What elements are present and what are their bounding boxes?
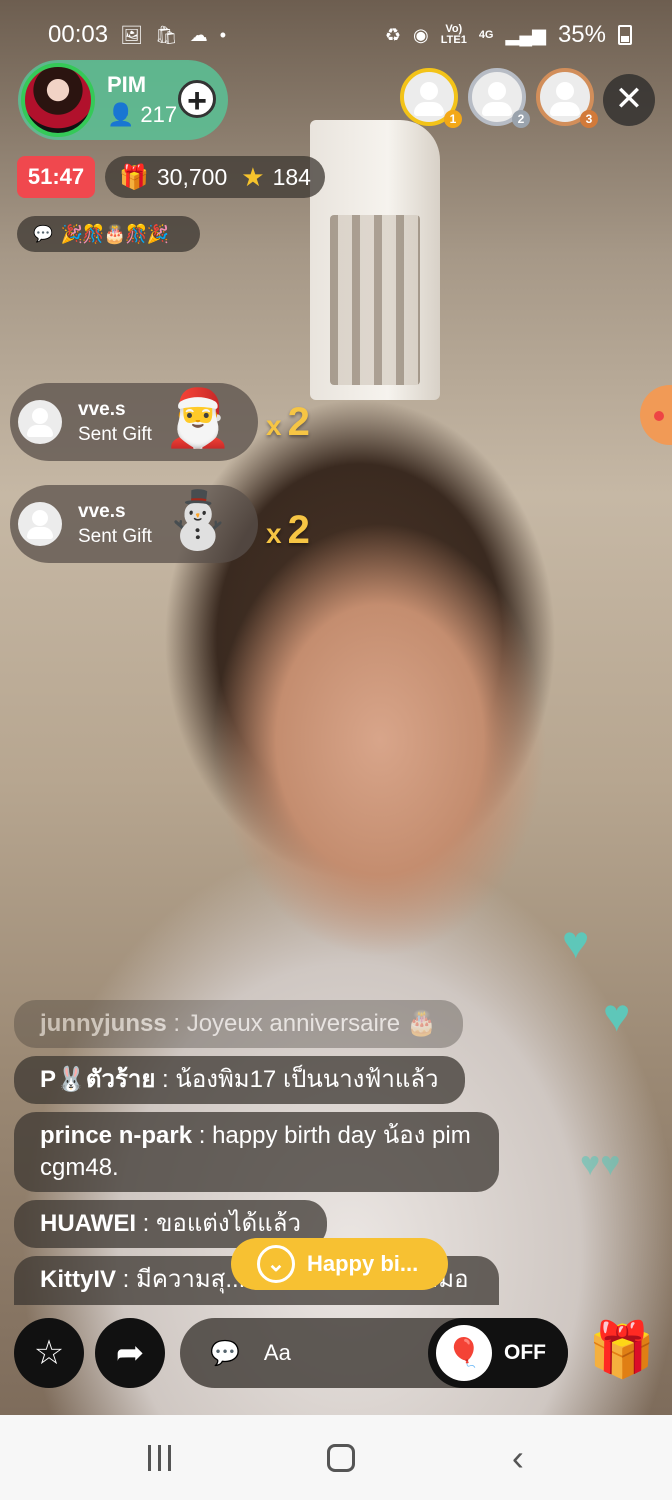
hotspot-icon: ◉: [413, 24, 429, 45]
viewer-count-value: 217: [140, 102, 178, 127]
image-icon: 🖼: [120, 24, 143, 45]
comment-input[interactable]: 💬 Aa 🎈 OFF: [180, 1318, 568, 1388]
rank-badge: 1: [444, 110, 462, 128]
chat-message: prince n-park : happy birth day น้อง pim…: [14, 1112, 499, 1192]
chevron-down-icon: ⌄: [257, 1245, 295, 1283]
hot-air-balloon-icon: 🎈: [436, 1325, 492, 1381]
shop-icon: 🛍: [154, 24, 178, 45]
comment-placeholder: Aa: [263, 1340, 291, 1365]
balloon-state: OFF: [504, 1341, 546, 1364]
follow-button[interactable]: +: [178, 80, 216, 119]
clock: 00:03: [48, 21, 109, 48]
back-icon[interactable]: ‹: [512, 1439, 524, 1476]
gift-count: x2: [266, 508, 310, 552]
balloon-toggle[interactable]: 🎈 OFF: [428, 1318, 568, 1388]
battery-saver-icon: ♻: [384, 24, 402, 45]
rank-badge: 2: [512, 110, 530, 128]
gift-sender: vve.s: [78, 399, 126, 420]
signal-icon: ▂▄▆: [505, 24, 546, 45]
viewers-icon: 👤: [107, 102, 135, 127]
live-timer: 51:47: [17, 156, 95, 198]
top-fan-2[interactable]: 2: [468, 68, 530, 128]
gift-sender: vve.s: [78, 501, 126, 522]
heart-icon: ♥: [603, 989, 631, 1041]
top-fan-3[interactable]: 3: [536, 68, 598, 128]
volte-indicator: Vo) LTE1: [440, 23, 467, 46]
host-name: PIM: [107, 72, 147, 97]
rank-badge: 3: [580, 110, 598, 128]
heart-icon: ♥: [562, 916, 590, 968]
santa-sticker-icon: 🎅: [163, 386, 233, 449]
pinned-message[interactable]: 💬 🎉🎊🎂🎊🎉: [17, 216, 200, 252]
new-message-button[interactable]: ⌄ Happy bi...: [231, 1238, 449, 1290]
star-icon: ★: [241, 161, 265, 192]
send-gift-icon[interactable]: 🎁: [584, 1312, 660, 1388]
gift-icon: 🎁: [119, 163, 149, 191]
share-icon[interactable]: ➦: [95, 1318, 165, 1388]
gift-action: Sent Gift: [78, 526, 152, 547]
gift-total: 30,700: [156, 163, 228, 190]
heart-icon: ♥♥: [580, 1145, 621, 1183]
home-icon[interactable]: [327, 1443, 356, 1472]
star-total: 184: [272, 163, 311, 190]
recents-icon[interactable]: [148, 1444, 172, 1471]
battery-percent: 35%: [557, 21, 606, 48]
top-fan-1[interactable]: 1: [400, 68, 462, 128]
gift-action: Sent Gift: [78, 424, 152, 445]
dot-icon: •: [219, 24, 227, 45]
background-shelf: [330, 215, 420, 385]
pinned-message-text: 🎉🎊🎂🎊🎉: [60, 223, 169, 244]
avatar: [18, 502, 62, 546]
cloud-icon: ☁: [189, 24, 208, 45]
comment-icon: 💬: [210, 1339, 240, 1367]
chat-message: P🐰ตัวร้าย : น้องพิม17 เป็นนางฟ้าแล้ว: [14, 1056, 465, 1104]
viewer-count: 👤 217: [107, 102, 177, 128]
avatar: [18, 400, 62, 444]
gift-count: x2: [266, 400, 310, 444]
new-message-label: Happy bi...: [307, 1251, 419, 1276]
close-icon[interactable]: ✕: [603, 74, 655, 126]
favorite-star-icon[interactable]: ☆: [14, 1318, 84, 1388]
battery-icon: [618, 25, 632, 45]
top-fans: 1 2 3: [400, 68, 598, 128]
navigation-bar: ‹: [0, 1415, 672, 1500]
snowman-sticker-icon: ⛄: [163, 488, 233, 551]
chat-bubble-icon: 💬: [33, 226, 53, 243]
stream-stats[interactable]: 🎁 30,700 ★ 184: [105, 156, 325, 198]
host-avatar[interactable]: [21, 63, 95, 137]
host-profile[interactable]: PIM 👤 217 +: [18, 60, 228, 140]
chat-message: junnyjunss : Joyeux anniversaire 🎂: [14, 1000, 463, 1048]
network-type: 4G: [478, 28, 494, 41]
